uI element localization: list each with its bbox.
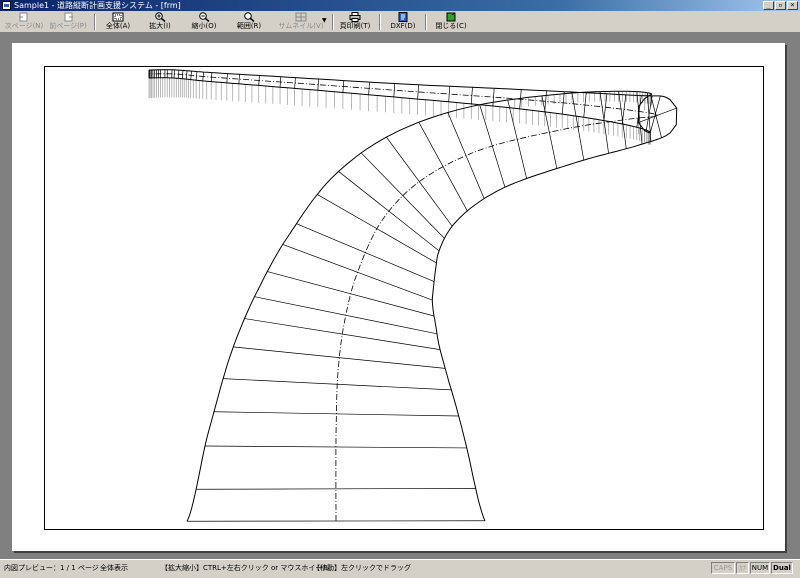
magnifier-range-icon (243, 12, 255, 22)
fit-page-icon (112, 12, 124, 22)
cross-section-line (185, 70, 188, 80)
preview-workspace[interactable] (0, 33, 800, 559)
next-page-button[interactable]: 前ページ(P) (48, 12, 88, 32)
magnifier-plus-icon (154, 12, 166, 22)
page-forward-icon (62, 12, 74, 22)
caps-indicator: CAPS (711, 562, 735, 574)
toolbar: 次ページ(N) 前ページ(P) 全体(A) 拡大(I) 縮小(O) 範囲(R) (0, 11, 800, 33)
cross-section-line (233, 346, 446, 369)
cross-section-line (507, 99, 527, 179)
page-print-button[interactable]: 頁印刷(T) (337, 12, 373, 32)
cross-section-line (417, 84, 419, 100)
minimize-button[interactable]: _ (763, 1, 774, 10)
magnifier-minus-icon (198, 12, 210, 22)
road-right-edge (149, 77, 653, 522)
toolbar-separator (425, 14, 427, 30)
status-bar: 内図プレビュー：1 / 1 ページ 全体表示 【拡大縮小】CTRL+左右クリック… (0, 559, 800, 578)
drawing-frame (44, 66, 764, 530)
move-hint-text: 【移動】左クリックでドラッグ (313, 564, 411, 572)
dxf-export-button[interactable]: DXF(D) (388, 12, 418, 32)
road-left-edge (149, 69, 678, 521)
cross-section-line (317, 79, 320, 91)
door-exit-icon (445, 12, 457, 22)
road-perspective-drawing (148, 69, 678, 522)
cross-section-line (638, 107, 677, 123)
close-window-button[interactable]: × (787, 1, 798, 10)
prev-page-button[interactable]: 次ページ(N) (4, 12, 44, 32)
toolbar-separator (94, 14, 96, 30)
range-zoom-button[interactable]: 範囲(R) (232, 12, 266, 32)
title-bar: Sample1 - 道路縦断計画支援システム - [frm] _ ▫ × (0, 0, 800, 11)
road-centerline (149, 73, 658, 521)
window-title: Sample1 - 道路縦断計画支援システム - [frm] (14, 1, 181, 10)
num-indicator: NUM (750, 562, 770, 574)
kana-indicator: ｶﾅ (736, 562, 749, 574)
toolbar-separator (379, 14, 381, 30)
cross-section-line (282, 244, 433, 301)
restore-button[interactable]: ▫ (775, 1, 786, 10)
page-status-text: 内図プレビュー：1 / 1 ページ (4, 564, 99, 572)
cross-section-line (196, 488, 476, 490)
page-back-icon (18, 12, 30, 22)
thumbnail-dropdown-arrow-icon[interactable]: ▼ (322, 17, 327, 24)
thumbnail-button[interactable]: サムネイル(V) (278, 12, 324, 32)
cross-section-line (541, 95, 558, 169)
zoom-out-button[interactable]: 縮小(O) (188, 12, 220, 32)
cross-section-line (360, 152, 445, 239)
fit-all-button[interactable]: 全体(A) (100, 12, 136, 32)
toolbar-separator (332, 14, 334, 30)
preview-page[interactable] (12, 43, 785, 551)
app-icon[interactable] (2, 1, 11, 10)
zoom-hint-text: 【拡大縮小】CTRL+左右クリック or マウスホイール (161, 564, 330, 572)
zoom-in-button[interactable]: 拡大(I) (144, 12, 176, 32)
thumbnail-grid-icon (295, 12, 307, 22)
printer-icon (349, 12, 361, 22)
cross-section-line (238, 74, 240, 84)
dual-indicator: Dual (771, 562, 793, 574)
window-controls: _ ▫ × (763, 1, 798, 10)
close-preview-button[interactable]: 閉じる(C) (433, 12, 469, 32)
display-mode-text: 全体表示 (100, 564, 128, 572)
dxf-file-icon (397, 12, 409, 22)
